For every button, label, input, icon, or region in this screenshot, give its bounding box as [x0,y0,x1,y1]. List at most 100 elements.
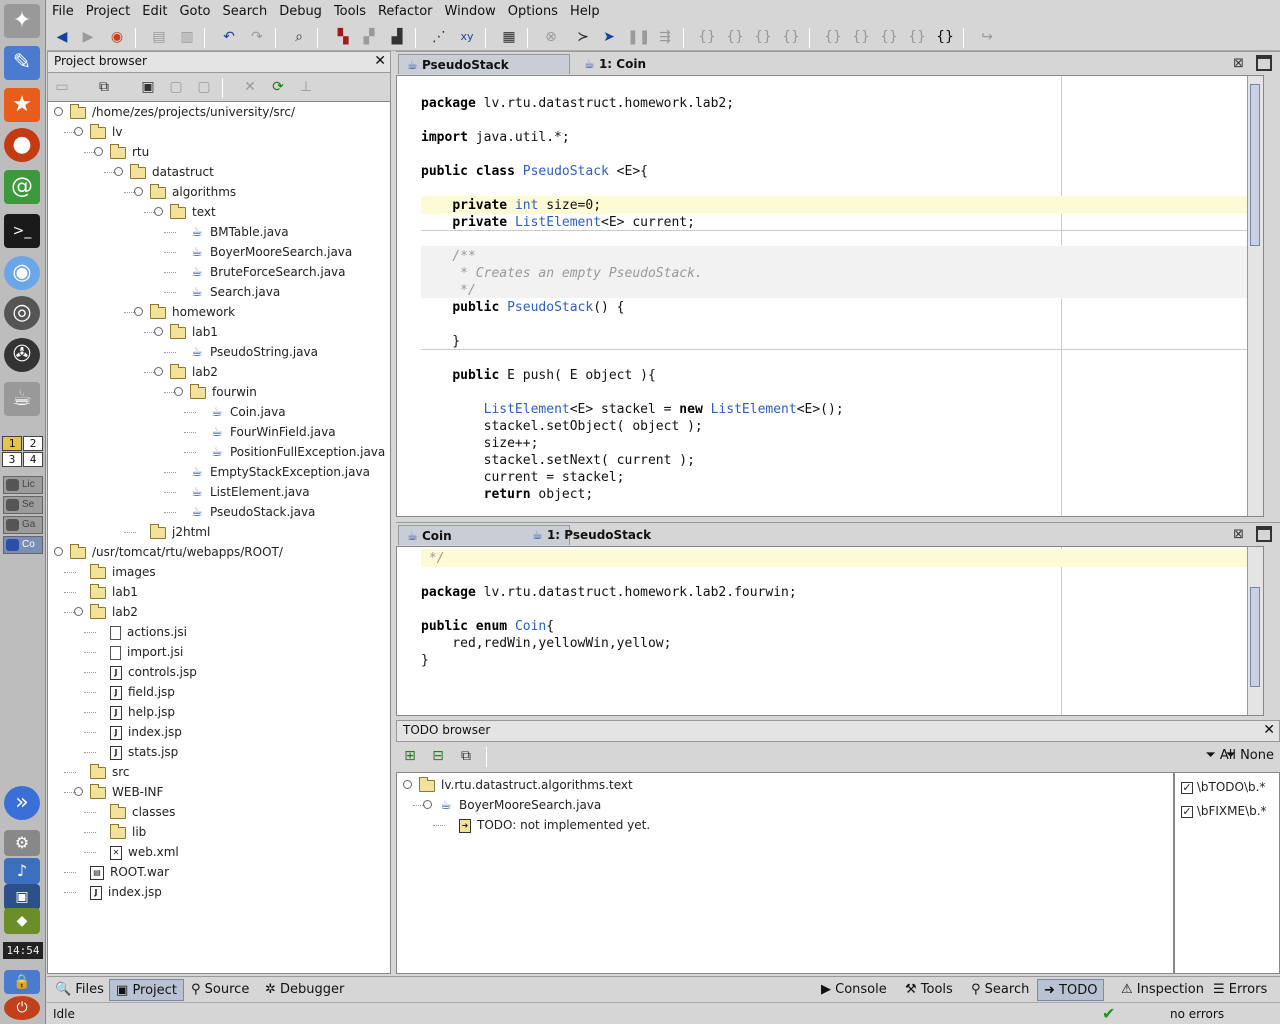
tab-pseudostack[interactable]: ☕ 1: PseudoStack [524,525,659,545]
workspace-4[interactable]: 4 [23,452,43,467]
menu-help[interactable]: Help [570,4,600,19]
tree-folder[interactable]: /home/zes/projects/university/src/ [70,102,295,122]
package-icon[interactable]: ◆ [4,908,40,934]
maximize-icon[interactable] [1256,55,1272,71]
tree-folder[interactable]: WEB-INF [90,782,163,802]
network-icon[interactable]: ◉ [4,256,40,290]
film-reel-icon[interactable]: ✇ [4,338,40,372]
tool-tab-errors[interactable]: ☰ Errors [1207,979,1273,1001]
sync-icon[interactable]: ⟳ [268,77,288,97]
display-icon[interactable]: ▣ [4,884,40,910]
brace-icon[interactable]: {} [725,27,745,47]
redo-arrow-icon[interactable]: ↪ [977,27,997,47]
continue-icon[interactable]: ➤ [599,27,619,47]
code-editor-pseudostack[interactable]: package lv.rtu.datastruct.homework.lab2;… [396,75,1264,517]
evaluate-icon[interactable]: xy [457,27,477,47]
tree-file[interactable]: ☕ Search.java [190,282,280,302]
brace-icon[interactable]: {} [851,27,871,47]
tree-file[interactable]: ☕ BMTable.java [190,222,288,242]
rebuild-icon[interactable]: ▟ [387,27,407,47]
save-all-icon[interactable]: ▥ [177,27,197,47]
tree-folder[interactable]: datastruct [130,162,214,182]
app-menu-icon[interactable]: ✦ [4,4,40,38]
checkbox[interactable]: ✓ [1181,805,1193,818]
tree-folder[interactable]: fourwin [190,382,257,402]
tree-folder[interactable]: homework [150,302,235,322]
close-file-icon[interactable]: ⊠ [1233,56,1244,71]
tree-file[interactable]: ✕ web.xml [110,842,179,862]
tree-file[interactable]: Jcontrols.jsp [110,662,197,682]
maximize-icon[interactable] [1256,526,1272,542]
lock-icon[interactable]: 🔒 [4,970,40,994]
power-icon[interactable]: ⏻ [4,996,40,1020]
tree-file[interactable]: ☕ BoyerMooreSearch.java [439,795,601,815]
tree-folder[interactable]: /usr/tomcat/rtu/webapps/ROOT/ [70,542,283,562]
tree-file[interactable]: ☕ PositionFullException.java [210,442,385,462]
tree-file[interactable]: ☕ EmptyStackException.java [190,462,370,482]
tab-pseudostack[interactable]: ☕ PseudoStack [398,54,570,74]
brace-icon[interactable]: {} [753,27,773,47]
tree-file[interactable]: ☕ ListElement.java [190,482,309,502]
workspace-3[interactable]: 3 [2,452,22,467]
mail-icon[interactable]: @ [4,170,40,204]
tree-file[interactable]: ☕ PseudoString.java [190,342,318,362]
tree-file[interactable]: ☕ FourWinField.java [210,422,335,442]
tool-tab-inspection[interactable]: ⚠ Inspection [1115,979,1210,1001]
filter-icon[interactable]: ⊥ [296,77,316,97]
volume-icon[interactable]: ♪ [4,858,40,884]
tree-toggle[interactable] [403,780,412,789]
scroll-thumb[interactable] [1250,587,1260,687]
tree-folder[interactable]: src [90,762,130,782]
expand-icon[interactable]: ⊞ [400,746,420,766]
menu-window[interactable]: Window [445,4,496,19]
tree-file[interactable]: ☕ PseudoStack.java [190,502,315,522]
undo-icon[interactable]: ↶ [219,27,239,47]
brace-icon[interactable]: {} [907,27,927,47]
pause-icon[interactable]: ❚❚ [627,27,650,47]
build-icon[interactable]: ▞ [359,27,379,47]
menu-refactor[interactable]: Refactor [378,4,433,19]
back-icon[interactable]: ◀ [52,27,72,47]
tree-toggle[interactable] [54,547,63,556]
menu-options[interactable]: Options [508,4,558,19]
tree-file[interactable]: import.jsi [110,642,183,662]
add-files-icon[interactable]: ⧉ [94,77,114,97]
workspace-2[interactable]: 2 [23,436,43,451]
filter-none-button[interactable]: ⏷ None [1226,748,1274,763]
brace-icon[interactable]: {} [781,27,801,47]
tool-tab-todo[interactable]: ➜ TODO [1037,979,1105,1001]
tree-folder[interactable]: classes [110,802,175,822]
tree-folder[interactable]: j2html [150,522,210,542]
save-icon[interactable]: ▤ [149,27,169,47]
tree-folder[interactable]: lab1 [170,322,218,342]
close-file-icon[interactable]: ⊠ [1233,527,1244,542]
tree-folder[interactable]: algorithms [150,182,236,202]
task-item[interactable]: Se [3,496,43,514]
tool-tab-project[interactable]: ▣ Project [109,979,184,1001]
tree-file[interactable]: ☕ Coin.java [210,402,285,422]
vertical-scrollbar[interactable] [1247,547,1263,715]
speaker-icon[interactable]: ◎ [4,296,40,330]
scroll-thumb[interactable] [1250,84,1260,246]
copy-icon[interactable]: ▢ [166,77,186,97]
tool-tab-search[interactable]: ⚲ Search [965,979,1035,1001]
collapse-icon[interactable]: ⊟ [428,746,448,766]
tool-tab-debugger[interactable]: ✲ Debugger [259,979,350,1001]
menu-edit[interactable]: Edit [142,4,167,19]
tree-folder[interactable]: lv [90,122,122,142]
menu-search[interactable]: Search [223,4,268,19]
stop-icon[interactable]: ⊗ [541,27,561,47]
brace-icon[interactable]: {} [935,27,955,47]
forward-icon[interactable]: » [4,786,40,820]
step-icon[interactable]: ≻ [573,27,593,47]
step-over-icon[interactable]: ⇶ [655,27,675,47]
tree-folder[interactable]: lib [110,822,146,842]
tree-folder[interactable]: rtu [110,142,149,162]
menu-goto[interactable]: Goto [179,4,210,19]
profile-icon[interactable]: ▦ [499,27,519,47]
browser-icon[interactable]: ● [4,128,40,162]
java-cup-icon[interactable]: ☕ [4,382,40,416]
tool-tab-source[interactable]: ⚲ Source [185,979,255,1001]
pattern-fixme[interactable]: ✓ \bFIXME\b.* [1181,801,1267,821]
task-item[interactable]: Lic [3,476,43,494]
